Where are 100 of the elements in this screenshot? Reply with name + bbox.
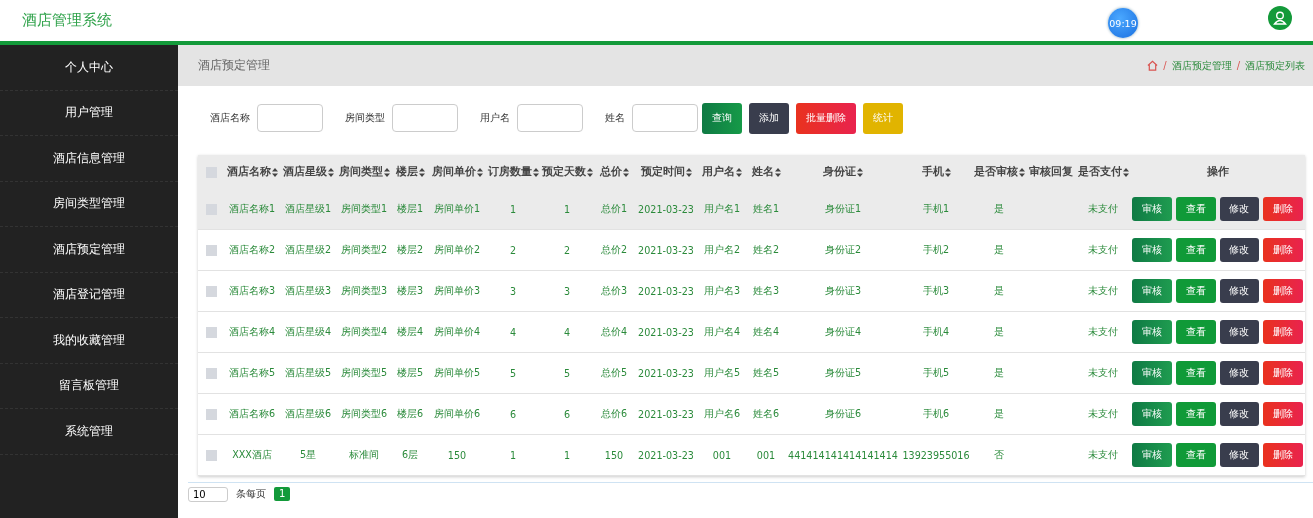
breadcrumb-link[interactable]: 酒店预定管理 [1171, 58, 1232, 73]
sort-icon[interactable] [857, 167, 863, 177]
column-header[interactable]: 姓名 [751, 165, 781, 179]
edit-button[interactable]: 修改 [1219, 402, 1260, 426]
user-avatar-icon[interactable] [1268, 5, 1292, 30]
sidebar-item[interactable]: 系统管理 [0, 409, 178, 455]
sidebar-item[interactable]: 房间类型管理 [0, 181, 178, 227]
delete-button[interactable]: 删除 [1263, 238, 1303, 262]
home-icon[interactable] [1147, 60, 1159, 71]
review-button[interactable]: 审核 [1132, 238, 1172, 262]
column-header[interactable]: 用户名 [702, 165, 742, 179]
column-header[interactable]: 酒店名称 [226, 165, 278, 179]
view-button[interactable]: 查看 [1175, 238, 1216, 262]
column-header[interactable]: 预定时间 [640, 165, 692, 179]
sort-icon[interactable] [774, 167, 781, 177]
table-cell: 房间类型1 [340, 202, 388, 214]
sort-icon[interactable] [383, 167, 390, 177]
sidebar-item[interactable]: 酒店预定管理 [0, 227, 178, 273]
column-header[interactable]: 楼层 [395, 165, 425, 179]
delete-button[interactable]: 删除 [1263, 320, 1303, 344]
table-cell: 未支付 [1088, 284, 1118, 296]
sort-icon[interactable] [271, 167, 278, 177]
search-field[interactable] [257, 104, 323, 132]
review-button[interactable]: 审核 [1132, 361, 1172, 385]
delete-button[interactable]: 删除 [1263, 402, 1303, 426]
table-cell: 手机4 [922, 325, 950, 337]
table-cell: 未支付 [1088, 202, 1118, 214]
table-cell: 441414141414141414 [788, 449, 898, 461]
search-button[interactable]: 查询 [702, 102, 742, 134]
column-header[interactable]: 身份证 [823, 165, 863, 179]
review-button[interactable]: 审核 [1132, 197, 1172, 221]
sort-icon[interactable] [532, 167, 539, 177]
sort-icon[interactable] [327, 167, 334, 177]
edit-button[interactable]: 修改 [1219, 361, 1260, 385]
breadcrumb-link[interactable]: 酒店预定列表 [1245, 58, 1305, 73]
column-header[interactable]: 订房数量 [487, 165, 539, 179]
table-cell: 酒店名称1 [228, 202, 276, 214]
view-button[interactable]: 查看 [1175, 279, 1216, 303]
sort-icon[interactable] [586, 167, 593, 177]
delete-button[interactable]: 删除 [1263, 279, 1303, 303]
delete-button[interactable]: 删除 [1263, 443, 1303, 467]
review-button[interactable]: 审核 [1132, 279, 1172, 303]
review-button[interactable]: 审核 [1132, 402, 1172, 426]
column-header[interactable]: 是否支付 [1077, 165, 1129, 179]
add-button[interactable]: 添加 [749, 102, 789, 134]
sort-icon[interactable] [685, 167, 692, 177]
sidebar-item[interactable]: 留言板管理 [0, 363, 178, 409]
row-checkbox[interactable] [205, 367, 217, 379]
edit-button[interactable]: 修改 [1219, 197, 1260, 221]
edit-button[interactable]: 修改 [1219, 443, 1260, 467]
column-header: 操作 [1206, 165, 1229, 179]
sidebar-item[interactable]: 酒店信息管理 [0, 136, 178, 182]
sort-icon[interactable] [418, 167, 425, 177]
field-label: 用户名 [480, 111, 510, 125]
sort-icon[interactable] [1122, 167, 1129, 177]
review-button[interactable]: 审核 [1132, 320, 1172, 344]
sidebar-item[interactable]: 我的收藏管理 [0, 318, 178, 364]
edit-button[interactable]: 修改 [1219, 279, 1260, 303]
row-checkbox[interactable] [205, 408, 217, 420]
edit-button[interactable]: 修改 [1219, 238, 1260, 262]
table-cell: 酒店名称5 [228, 366, 276, 378]
view-button[interactable]: 查看 [1175, 197, 1216, 221]
column-header[interactable]: 手机 [921, 165, 951, 179]
search-field[interactable] [632, 104, 698, 132]
column-header[interactable]: 房间单价 [431, 165, 483, 179]
sort-icon[interactable] [944, 167, 951, 177]
table-cell: 身份证1 [824, 202, 862, 214]
column-header[interactable]: 总价 [599, 165, 629, 179]
column-header[interactable]: 房间类型 [338, 165, 390, 179]
row-checkbox[interactable] [205, 326, 217, 338]
danger-button[interactable]: 批量删除 [796, 102, 856, 134]
edit-button[interactable]: 修改 [1219, 320, 1260, 344]
sidebar-item[interactable]: 酒店登记管理 [0, 272, 178, 318]
view-button[interactable]: 查看 [1175, 320, 1216, 344]
page-number-button[interactable]: 1 [274, 487, 291, 501]
review-button[interactable]: 审核 [1132, 443, 1172, 467]
table-cell: 姓名3 [752, 284, 780, 296]
sort-icon[interactable] [622, 167, 629, 177]
column-header[interactable]: 酒店星级 [282, 165, 334, 179]
sort-icon[interactable] [736, 167, 742, 177]
column-header[interactable]: 是否审核 [973, 165, 1025, 179]
sort-icon[interactable] [476, 167, 483, 177]
search-field[interactable] [517, 104, 583, 132]
sidebar-item[interactable]: 用户管理 [0, 90, 178, 136]
row-checkbox[interactable] [205, 285, 217, 297]
table-cell: 总价3 [600, 284, 628, 296]
sort-icon[interactable] [1018, 167, 1025, 177]
search-field[interactable] [392, 104, 458, 132]
column-header[interactable]: 预定天数 [541, 165, 593, 179]
view-button[interactable]: 查看 [1175, 402, 1216, 426]
delete-button[interactable]: 删除 [1263, 197, 1303, 221]
table-cell: 未支付 [1088, 407, 1118, 419]
delete-button[interactable]: 删除 [1263, 361, 1303, 385]
table-cell: 房间类型6 [340, 407, 388, 419]
view-button[interactable]: 查看 [1175, 443, 1216, 467]
column-header[interactable]: 审核回复 [1029, 165, 1073, 179]
page-size-select[interactable]: 10 [188, 486, 228, 502]
row-checkbox[interactable] [205, 449, 217, 461]
view-button[interactable]: 查看 [1175, 361, 1216, 385]
row-checkbox[interactable] [205, 244, 217, 256]
